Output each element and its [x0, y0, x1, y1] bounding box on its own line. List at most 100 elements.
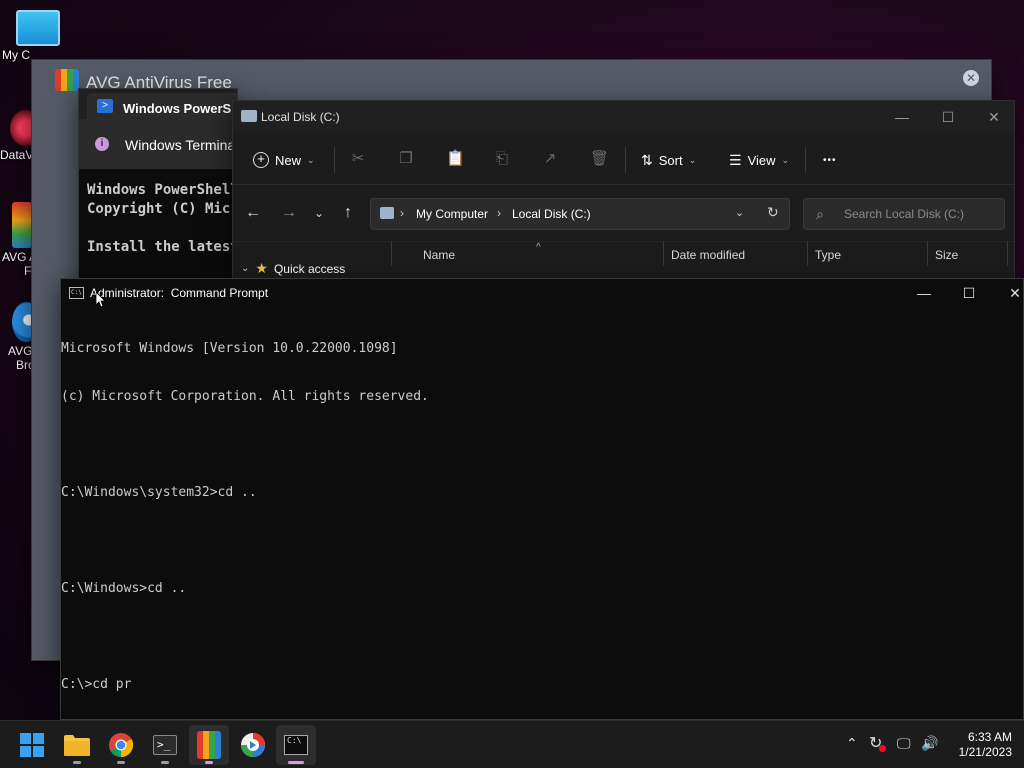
chevron-down-icon: ⌄	[241, 263, 250, 274]
sort-icon: ⇅	[641, 151, 653, 168]
address-dropdown-chevron-icon[interactable]: ⌄	[735, 206, 744, 219]
up-arrow-icon[interactable]: ↑	[338, 203, 358, 223]
folder-icon	[64, 735, 90, 756]
breadcrumb-my-computer[interactable]: My Computer	[416, 207, 488, 221]
cmd-console-output[interactable]: Microsoft Windows [Version 10.0.22000.10…	[61, 309, 1023, 719]
plus-circle-icon: +	[253, 152, 269, 168]
column-divider[interactable]	[663, 242, 664, 266]
close-button[interactable]: ✕	[979, 108, 1009, 126]
recent-locations-chevron-icon[interactable]: ⌄	[309, 203, 329, 223]
terminal-notice-bar: i Windows Terminal	[79, 119, 237, 169]
toolbar-divider	[805, 147, 806, 173]
file-explorer-window[interactable]: Local Disk (C:) — ☐ ✕ + New ⌄ ✂ ❐ 📋 ⎗ ↗ …	[232, 100, 1015, 280]
command-prompt-icon: C:\	[284, 735, 308, 755]
sort-ascending-icon: ^	[536, 242, 541, 253]
column-header-type[interactable]: Type	[815, 248, 841, 262]
share-icon[interactable]: ↗	[542, 149, 558, 169]
running-indicator	[73, 761, 81, 764]
explorer-column-headers: ⌄ ★ Quick access Name ^ Date modified Ty…	[233, 241, 1014, 279]
cut-icon[interactable]: ✂	[350, 149, 366, 169]
column-header-name[interactable]: Name	[423, 248, 455, 262]
rename-icon[interactable]: ⎗	[494, 149, 510, 169]
monitor-icon	[16, 10, 60, 46]
back-arrow-icon[interactable]: ←	[243, 203, 263, 223]
search-box[interactable]: ⌕ Search Local Disk (C:)	[803, 198, 1005, 230]
desktop-icon-my-computer[interactable]: My C	[2, 10, 70, 62]
column-divider[interactable]	[1007, 242, 1008, 266]
volume-icon[interactable]: 🔊	[921, 735, 938, 752]
maximize-button[interactable]: ☐	[954, 283, 984, 303]
avg-logo-icon	[55, 69, 79, 91]
terminal-icon: >_	[153, 735, 177, 755]
delete-icon[interactable]: 🗑	[590, 149, 609, 169]
avg-icon	[197, 731, 221, 759]
taskbar-file-explorer[interactable]	[57, 725, 97, 765]
taskbar: >_ C:\ ⌃ ↻ 🖵 🔊 6:33 AM 1/21/2023	[0, 720, 1024, 768]
command-prompt-icon: C:\	[69, 287, 84, 299]
running-indicator	[205, 761, 213, 764]
column-divider[interactable]	[927, 242, 928, 266]
copy-icon[interactable]: ❐	[398, 149, 414, 169]
breadcrumb-separator-icon: ›	[497, 206, 501, 220]
paste-icon[interactable]: 📋	[446, 149, 465, 169]
view-button[interactable]: ☰ View ⌄	[729, 149, 789, 171]
console-line: Microsoft Windows [Version 10.0.22000.10…	[61, 341, 398, 356]
explorer-title-bar[interactable]: Local Disk (C:) — ☐ ✕	[233, 101, 1014, 133]
taskbar-chrome[interactable]	[101, 725, 141, 765]
toolbar-divider	[334, 147, 335, 173]
explorer-title: Local Disk (C:)	[261, 110, 340, 124]
taskbar-windows-terminal[interactable]: >_	[145, 725, 185, 765]
more-options-button[interactable]: •••	[823, 149, 837, 171]
terminal-tab-label: Windows PowerShell	[123, 101, 238, 116]
start-button[interactable]	[12, 725, 52, 765]
new-label: New	[275, 152, 302, 168]
maximize-button[interactable]: ☐	[933, 108, 963, 126]
view-label: View	[747, 152, 776, 168]
chevron-down-icon: ⌄	[307, 154, 315, 165]
address-bar[interactable]: › My Computer › Local Disk (C:) ⌄ ↻	[370, 198, 790, 230]
breadcrumb-local-disk[interactable]: Local Disk (C:)	[512, 207, 591, 221]
star-icon: ★	[255, 260, 268, 276]
console-input-line[interactable]: C:\>cd pr	[61, 677, 1023, 693]
column-header-size[interactable]: Size	[935, 248, 958, 262]
cmd-title-bar[interactable]: C:\ Administrator: Command Prompt — ☐ ✕	[61, 279, 1023, 307]
network-icon[interactable]: 🖵	[897, 735, 911, 752]
avg-browser-icon	[241, 733, 265, 757]
mouse-cursor-icon	[96, 292, 106, 308]
taskbar-avg-antivirus[interactable]	[189, 725, 229, 765]
system-clock[interactable]: 6:33 AM 1/21/2023	[950, 730, 1012, 760]
computer-icon	[380, 207, 394, 219]
minimize-button[interactable]: —	[909, 283, 939, 303]
refresh-icon[interactable]: ↻	[767, 204, 779, 221]
taskbar-command-prompt[interactable]: C:\	[276, 725, 316, 765]
explorer-toolbar: + New ⌄ ✂ ❐ 📋 ⎗ ↗ 🗑 ⇅ Sort ⌄ ☰ View ⌄ ••…	[233, 135, 1014, 185]
close-button[interactable]: ✕	[1000, 283, 1023, 303]
column-divider[interactable]	[807, 242, 808, 266]
minimize-button[interactable]: —	[887, 108, 917, 126]
sort-button[interactable]: ⇅ Sort ⌄	[641, 149, 696, 171]
chrome-icon	[109, 733, 133, 757]
toolbar-divider	[625, 147, 626, 173]
terminal-notice-label: Windows Terminal	[125, 137, 238, 153]
console-line: C:\Windows>cd ..	[61, 581, 187, 596]
taskbar-avg-browser[interactable]	[233, 725, 273, 765]
quick-access-item[interactable]: ⌄ ★ Quick access	[241, 260, 345, 277]
show-hidden-icons-chevron-icon[interactable]: ⌃	[846, 735, 858, 752]
explorer-navigation-bar: ← → ⌄ ↑ › My Computer › Local Disk (C:) …	[233, 185, 1014, 241]
column-header-date-modified[interactable]: Date modified	[671, 248, 745, 262]
chevron-down-icon: ⌄	[781, 154, 790, 165]
breadcrumb-separator-icon: ›	[400, 206, 404, 220]
column-divider	[391, 242, 392, 266]
avg-close-button[interactable]: ✕	[963, 70, 979, 86]
terminal-tab-bar: > Windows PowerShell	[79, 89, 238, 121]
windows-start-icon	[20, 733, 44, 757]
forward-arrow-icon[interactable]: →	[279, 203, 299, 223]
running-indicator	[161, 761, 169, 764]
command-prompt-window[interactable]: C:\ Administrator: Command Prompt — ☐ ✕ …	[60, 278, 1024, 720]
terminal-tab-powershell[interactable]: > Windows PowerShell	[87, 93, 238, 121]
new-button[interactable]: + New ⌄	[253, 149, 315, 171]
console-line: C:\Windows\system32>cd ..	[61, 485, 257, 500]
clock-time: 6:33 AM	[967, 730, 1012, 744]
windows-terminal-window[interactable]: > Windows PowerShell i Windows Terminal …	[78, 88, 238, 288]
